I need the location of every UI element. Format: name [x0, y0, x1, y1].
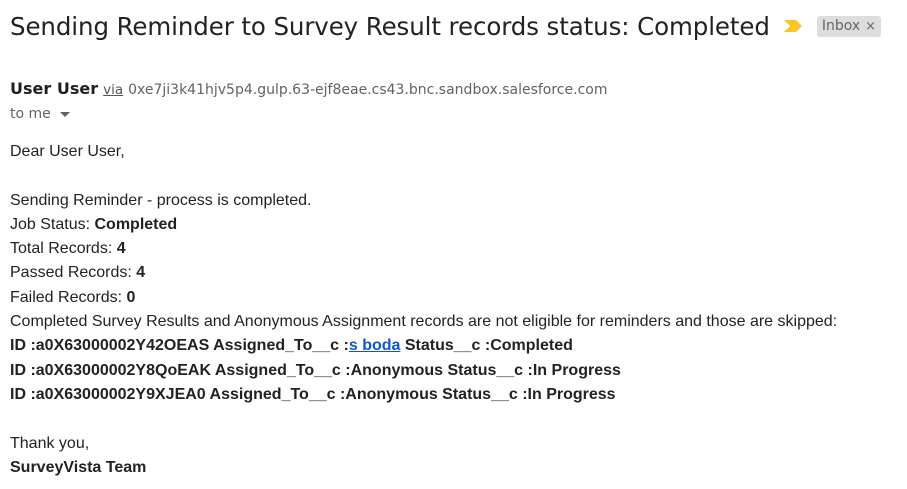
assigned-user-link[interactable]: s boda [349, 337, 401, 354]
failed-records-value: 0 [126, 288, 136, 306]
failed-records-line: Failed Records: 0 [10, 286, 837, 310]
closing-text: Thank you, [10, 434, 90, 452]
skipped-note: Completed Survey Results and Anonymous A… [10, 313, 838, 331]
email-header: Sending Reminder to Survey Result record… [10, 6, 882, 46]
inbox-label-text: Inbox [821, 18, 861, 34]
total-records-value: 4 [116, 240, 126, 258]
total-records-label: Total Records: [10, 240, 117, 258]
sender-address: 0xe7ji3k41hjv5p4.gulp.63-ejf8eae.cs43.bn… [128, 82, 608, 98]
job-status-label: Job Status: [10, 215, 95, 233]
passed-records-line: Passed Records: 4 [10, 261, 837, 285]
sender-name[interactable]: User User [10, 79, 98, 98]
job-status-line: Job Status: Completed [10, 213, 837, 237]
email-body: Dear User User, Sending Reminder - proce… [10, 140, 837, 480]
signature: SurveyVista Team [10, 458, 147, 476]
chevron-down-icon[interactable] [59, 111, 70, 117]
record-suffix: Status__c :Completed [400, 337, 573, 355]
record-line: ID :a0X63000002Y8QoEAK Assigned_To__c :A… [10, 361, 621, 379]
passed-records-value: 4 [136, 264, 146, 282]
via-link[interactable]: via [103, 82, 123, 98]
job-status-value: Completed [94, 215, 178, 233]
record-prefix: ID :a0X63000002Y42OEAS Assigned_To__c : [10, 337, 349, 355]
failed-records-label: Failed Records: [10, 288, 127, 306]
recipient-details-toggle[interactable]: to me [10, 106, 70, 122]
important-marker-icon[interactable] [783, 19, 803, 33]
recipient-label: to me [10, 106, 51, 122]
remove-label-icon[interactable]: × [865, 19, 876, 34]
email-subject: Sending Reminder to Survey Result record… [10, 11, 770, 41]
intro-text: Sending Reminder - process is completed. [10, 191, 312, 209]
record-line: ID :a0X63000002Y42OEAS Assigned_To__c :s… [10, 334, 837, 358]
total-records-line: Total Records: 4 [10, 237, 837, 261]
greeting: Dear User User, [10, 143, 125, 160]
sender-row: User User via 0xe7ji3k41hjv5p4.gulp.63-e… [10, 79, 607, 98]
record-line: ID :a0X63000002Y9XJEA0 Assigned_To__c :A… [10, 385, 616, 403]
inbox-label-chip: Inbox × [816, 15, 882, 37]
passed-records-label: Passed Records: [10, 264, 137, 282]
